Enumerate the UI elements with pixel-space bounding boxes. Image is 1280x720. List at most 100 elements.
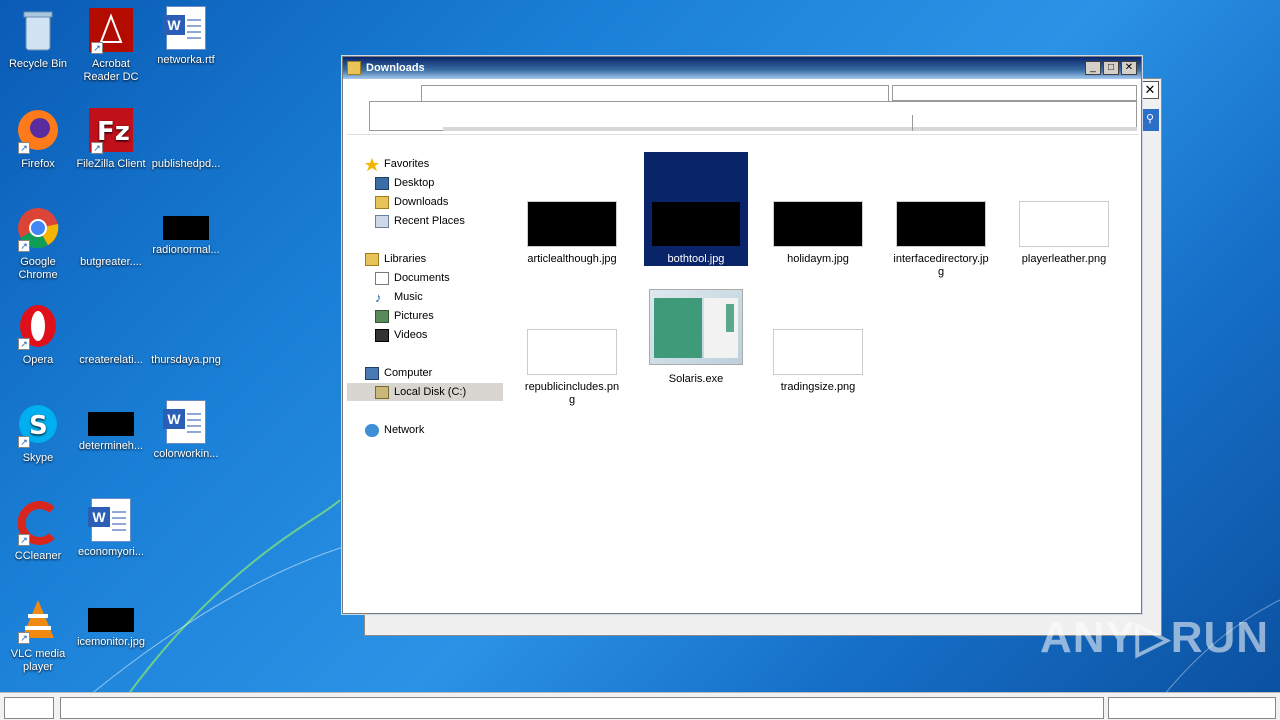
file-item[interactable]: republicincludes.png (520, 327, 624, 407)
image-thumbnail (651, 201, 741, 247)
image-thumbnail (773, 329, 863, 375)
videos-icon (375, 328, 389, 342)
title-bar[interactable]: Downloads _ □ ✕ (343, 57, 1141, 79)
firefox-icon: ↗ (14, 106, 62, 154)
explorer-window[interactable]: Downloads _ □ ✕ Favorites Desktop Downlo… (342, 56, 1142, 614)
desktop-icon-determineh[interactable]: determineh... (73, 400, 149, 453)
chrome-icon: ↗ (14, 204, 62, 252)
nav-downloads[interactable]: Downloads (375, 193, 448, 211)
desktop-icon-publishedpd[interactable]: publishedpd... (148, 106, 224, 171)
file-item[interactable]: tradingsize.png (766, 327, 870, 403)
desktop-icon-acrobat[interactable]: ↗ Acrobat Reader DC (73, 6, 149, 84)
desktop-icon-networka[interactable]: W networka.rtf (148, 6, 224, 67)
file-name: articlealthough.jpg (527, 253, 617, 265)
nav-videos[interactable]: Videos (375, 326, 427, 344)
nav-recent-places[interactable]: Recent Places (375, 212, 465, 230)
file-name: holidaym.jpg (787, 253, 849, 265)
file-item[interactable]: interfacedirectory.jpg (889, 199, 993, 279)
file-icon (87, 204, 135, 252)
nav-music[interactable]: ♪ Music (375, 288, 423, 306)
start-button[interactable] (4, 697, 54, 719)
libraries-icon (365, 252, 379, 266)
nav-pictures[interactable]: Pictures (375, 307, 434, 325)
desktop-icon-filezilla[interactable]: Fz ↗ FileZilla Client (73, 106, 149, 171)
file-icon (162, 302, 210, 350)
desktop-icon-label: thursdaya.png (151, 354, 221, 366)
shortcut-arrow-icon: ↗ (18, 338, 30, 350)
image-thumbnail (527, 329, 617, 375)
desktop-icon-butgreater[interactable]: butgreater.... (73, 204, 149, 269)
taskbar-band[interactable] (60, 697, 1104, 719)
anyrun-watermark: ANY▷RUN (1040, 613, 1270, 662)
star-icon (365, 157, 379, 171)
vlc-icon: ↗ (14, 596, 62, 644)
nav-documents[interactable]: Documents (375, 269, 450, 287)
desktop-icon-createrelati[interactable]: createrelati... (73, 302, 149, 367)
desktop-icon-label: createrelati... (79, 354, 143, 366)
nav-label: Computer (384, 367, 433, 379)
minimize-button[interactable]: _ (1085, 61, 1101, 75)
desktop-icon-ccleaner[interactable]: ↗ CCleaner (0, 498, 76, 563)
acrobat-icon: ↗ (87, 6, 135, 54)
nav-computer[interactable]: Computer (365, 364, 432, 382)
desktop-icon-label: radionormal... (152, 244, 220, 256)
desktop-icon-economyori[interactable]: W economyori... (73, 498, 149, 559)
desktop-icon-chrome[interactable]: ↗ Google Chrome (0, 204, 76, 282)
nav-libraries[interactable]: Libraries (365, 250, 426, 268)
taskbar (0, 692, 1280, 720)
ccleaner-icon: ↗ (14, 498, 62, 546)
file-item[interactable]: holidaym.jpg (766, 199, 870, 275)
documents-icon (375, 271, 389, 285)
nav-label: Documents (394, 272, 450, 284)
desktop-icon-skype[interactable]: S ↗ Skype (0, 400, 76, 465)
filezilla-icon: Fz ↗ (87, 106, 135, 154)
nav-label: Recent Places (394, 215, 465, 227)
system-tray[interactable] (1108, 697, 1276, 719)
desktop-icon-radionormal[interactable]: radionormal... (148, 204, 224, 257)
desktop-icon-label: FileZilla Client (76, 158, 146, 170)
downloads-folder-icon (375, 195, 389, 209)
image-icon (88, 608, 134, 632)
image-icon (88, 412, 134, 436)
nav-desktop[interactable]: Desktop (375, 174, 434, 192)
file-name: Solaris.exe (668, 373, 724, 385)
desktop-icon-label: determineh... (78, 440, 144, 452)
nav-network[interactable]: Network (365, 421, 424, 439)
command-bar-divider (912, 115, 913, 131)
desktop-icon-colorworkin[interactable]: W colorworkin... (148, 400, 224, 461)
file-item[interactable]: articlealthough.jpg (520, 199, 624, 275)
desktop-icon-firefox[interactable]: ↗ Firefox (0, 106, 76, 171)
desktop-icon-recycle-bin[interactable]: Recycle Bin (0, 6, 76, 71)
desktop-icon-icemonitor[interactable]: icemonitor.jpg (73, 596, 149, 649)
close-button[interactable]: ✕ (1121, 61, 1137, 75)
file-item-selected[interactable]: bothtool.jpg (644, 152, 748, 266)
image-icon (163, 216, 209, 240)
nav-local-disk[interactable]: Local Disk (C:) (347, 383, 503, 401)
desktop-icon-label: Opera (22, 354, 54, 366)
desktop-icon-label: CCleaner (14, 550, 62, 562)
toolbar-area (347, 81, 1139, 135)
nav-favorites[interactable]: Favorites (365, 155, 429, 173)
desktop-icon-vlc[interactable]: ↗ VLC media player (0, 596, 76, 674)
word-doc-icon: W (88, 498, 131, 542)
desktop-icon-label: VLC media player (10, 648, 66, 673)
file-item[interactable]: Solaris.exe (644, 289, 748, 389)
desktop-icon (375, 176, 389, 190)
file-icon (87, 302, 135, 350)
skype-icon: S ↗ (14, 400, 62, 448)
shortcut-arrow-icon: ↗ (18, 534, 30, 546)
search-icon[interactable]: ⚲ (1141, 109, 1159, 131)
file-icon (162, 106, 210, 154)
search-box[interactable] (892, 85, 1137, 101)
music-icon: ♪ (375, 289, 382, 305)
shortcut-arrow-icon: ↗ (18, 142, 30, 154)
command-bar-fill (443, 127, 1137, 131)
nav-label: Music (394, 291, 423, 303)
close-icon[interactable]: ✕ (1141, 81, 1159, 99)
desktop-icon-opera[interactable]: ↗ Opera (0, 302, 76, 367)
word-doc-icon: W (163, 6, 206, 50)
file-item[interactable]: playerleather.png (1012, 199, 1116, 275)
image-thumbnail (527, 201, 617, 247)
maximize-button[interactable]: □ (1103, 61, 1119, 75)
desktop-icon-thursdaya[interactable]: thursdaya.png (148, 302, 224, 367)
